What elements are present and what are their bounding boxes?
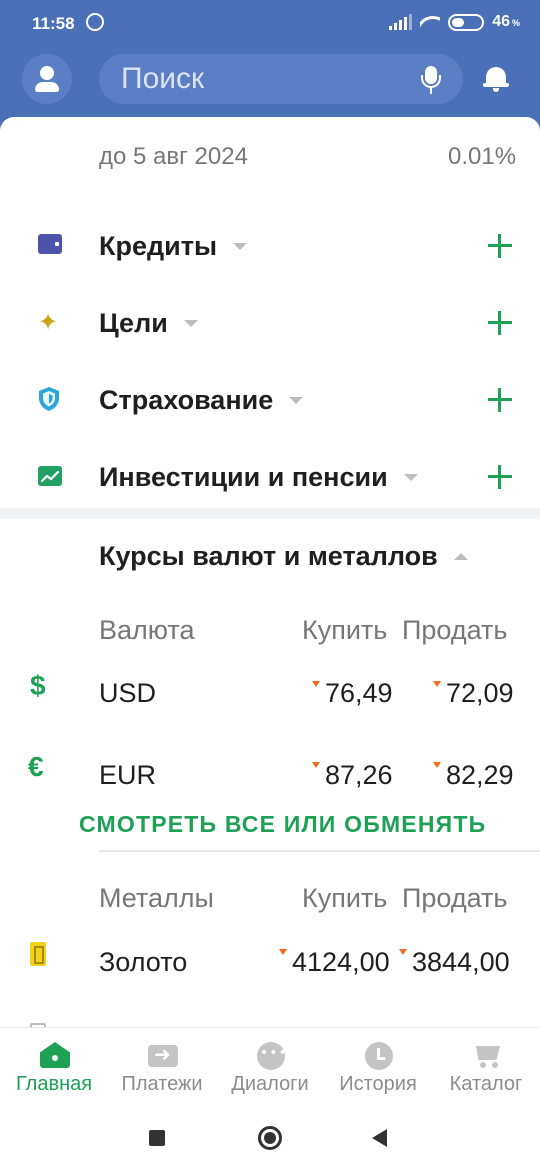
currency-code: USD <box>99 678 157 708</box>
trend-down-icon <box>312 681 320 687</box>
metals-column-header: Металлы <box>99 883 214 913</box>
currency-code: EUR <box>99 760 157 790</box>
view-all-exchange-link[interactable]: СМОТРЕТЬ ВСЕ ИЛИ ОБМЕНЯТЬ <box>79 811 486 838</box>
add-goal-button[interactable] <box>488 311 512 335</box>
gold-bar-icon <box>30 942 46 966</box>
tab-label: Платежи <box>121 1073 203 1095</box>
product-title: Цели <box>99 308 168 338</box>
user-icon-body <box>35 82 59 92</box>
battery-level: 46% <box>492 13 520 31</box>
divider <box>99 850 540 852</box>
product-insurance[interactable]: Страхование <box>99 385 304 416</box>
status-bar: 11:58 46% <box>0 0 540 46</box>
deposit-rate: 0.01% <box>448 143 517 170</box>
tab-history[interactable]: История <box>324 1028 432 1107</box>
trend-down-icon <box>433 762 441 768</box>
sell-rate: 82,29 <box>446 760 514 790</box>
dollar-icon: $ <box>30 670 46 701</box>
chat-icon <box>257 1042 288 1070</box>
shield-icon <box>39 387 59 411</box>
euro-icon: € <box>28 751 44 782</box>
recent-apps-button[interactable] <box>149 1130 165 1146</box>
app-header <box>0 46 540 118</box>
tab-label: Диалоги <box>231 1073 309 1095</box>
microphone-icon[interactable] <box>421 66 441 94</box>
system-navigation-bar <box>0 1106 540 1170</box>
status-time: 11:58 <box>32 14 75 33</box>
battery-value: 46 <box>492 13 510 30</box>
battery-unit: % <box>511 18 520 28</box>
tab-label: История <box>339 1073 417 1095</box>
sell-rate: 72,09 <box>446 678 514 708</box>
bottom-navigation: Главная Платежи Диалоги История Каталог <box>0 1027 540 1106</box>
tab-home[interactable]: Главная <box>0 1028 108 1107</box>
buy-rate: 87,26 <box>325 760 393 790</box>
deposit-until: до 5 авг 2024 <box>99 143 248 170</box>
buy-column-header: Купить <box>302 883 388 913</box>
sell-column-header: Продать <box>402 883 508 913</box>
signal-icon <box>389 14 413 30</box>
product-investments[interactable]: Инвестиции и пенсии <box>99 462 418 493</box>
buy-rate: 4124,00 <box>292 947 390 977</box>
search-bar[interactable] <box>99 54 463 104</box>
trend-down-icon <box>312 762 320 768</box>
wifi-icon <box>420 14 441 30</box>
tab-dialogs[interactable]: Диалоги <box>216 1028 324 1107</box>
add-credit-button[interactable] <box>488 234 512 258</box>
currency-column-header: Валюта <box>99 615 195 645</box>
product-credits[interactable]: Кредиты <box>99 231 248 262</box>
user-icon <box>40 66 54 80</box>
notifications-bell-icon[interactable] <box>483 65 509 93</box>
rates-section-header[interactable]: Курсы валют и металлов <box>99 541 468 572</box>
main-content: до 5 авг 2024 0.01% Кредиты ✦ Цели Страх… <box>0 117 540 1027</box>
product-title: Инвестиции и пенсии <box>99 462 388 492</box>
add-insurance-button[interactable] <box>488 388 512 412</box>
add-investment-button[interactable] <box>488 465 512 489</box>
transfer-icon <box>148 1042 178 1067</box>
metal-name: Золото <box>99 947 188 977</box>
product-title: Кредиты <box>99 231 218 261</box>
chevron-down-icon <box>183 320 198 327</box>
chevron-up-icon <box>453 553 468 560</box>
tab-catalog[interactable]: Каталог <box>432 1028 540 1107</box>
buy-rate: 76,49 <box>325 678 393 708</box>
trend-down-icon <box>433 681 441 687</box>
buy-column-header: Купить <box>302 615 388 645</box>
chevron-down-icon <box>233 243 248 250</box>
profile-avatar-button[interactable] <box>22 54 72 104</box>
trend-down-icon <box>399 949 407 955</box>
tab-payments[interactable]: Платежи <box>108 1028 216 1107</box>
product-goals[interactable]: Цели <box>99 308 198 339</box>
chevron-down-icon <box>403 474 418 481</box>
clock-icon <box>365 1042 393 1070</box>
search-input[interactable] <box>121 63 401 95</box>
chevron-down-icon <box>289 397 304 404</box>
back-button[interactable] <box>372 1129 387 1147</box>
tab-label: Главная <box>15 1073 93 1095</box>
sell-rate: 3844,00 <box>412 947 510 977</box>
alarm-icon <box>86 13 104 31</box>
product-title: Страхование <box>99 385 274 415</box>
sell-column-header: Продать <box>402 615 508 645</box>
cart-icon <box>472 1042 502 1068</box>
status-icons: 46% <box>389 13 520 31</box>
wallet-icon <box>38 234 62 254</box>
rates-title: Курсы валют и металлов <box>99 541 438 571</box>
tab-label: Каталог <box>449 1073 523 1095</box>
star-icon: ✦ <box>38 309 59 336</box>
home-button[interactable] <box>258 1126 282 1150</box>
battery-icon <box>448 13 485 31</box>
section-divider <box>0 508 540 519</box>
trend-down-icon <box>279 949 287 955</box>
home-icon <box>40 1042 70 1068</box>
chart-icon <box>38 466 62 486</box>
